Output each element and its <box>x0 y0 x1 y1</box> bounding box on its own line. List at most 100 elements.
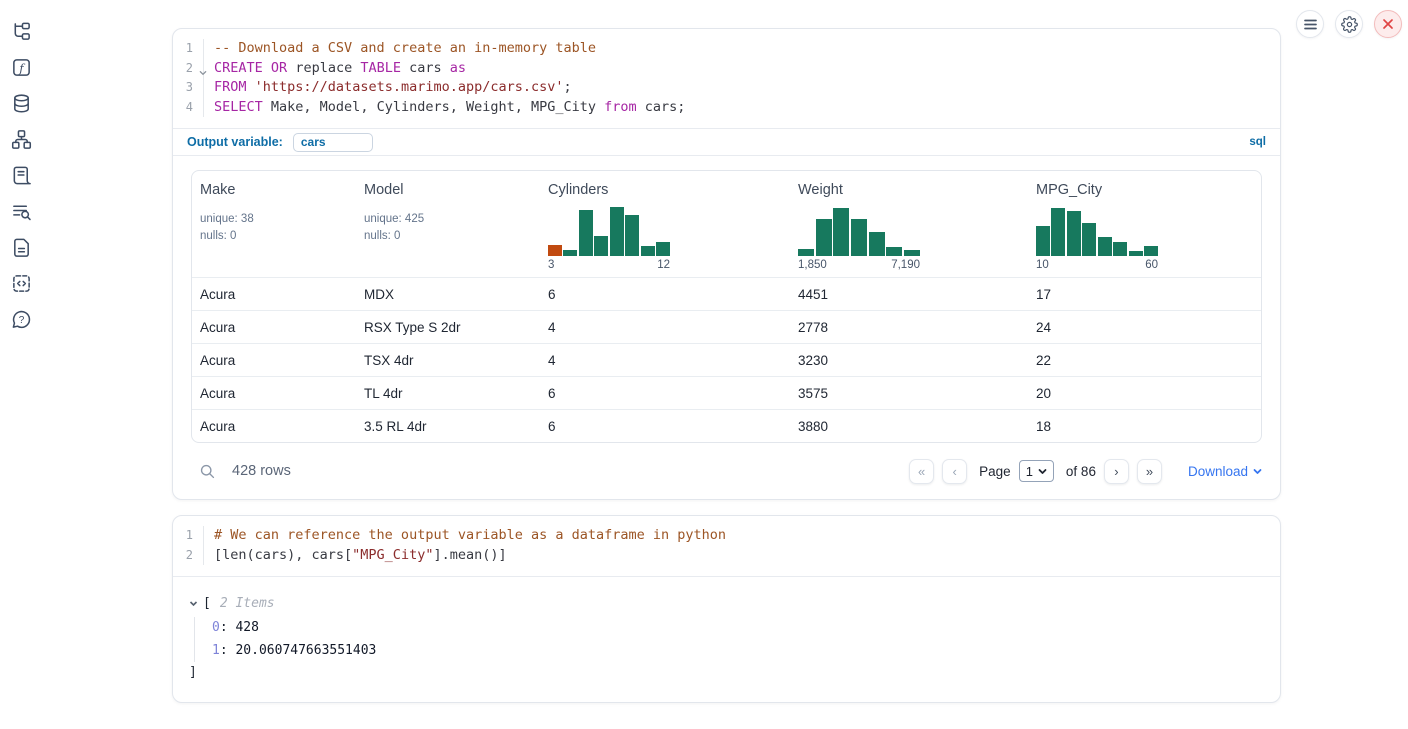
page-label: Page <box>979 464 1011 479</box>
column-histogram: 10 60 <box>1036 204 1158 271</box>
histogram-bar <box>610 207 624 256</box>
download-button[interactable]: Download <box>1188 464 1262 479</box>
collapse-chevron-icon[interactable] <box>189 599 198 608</box>
table-cell: 6 <box>540 419 790 434</box>
table-cell: 4 <box>540 353 790 368</box>
histogram-bar <box>904 250 920 256</box>
code-token: 'https://datasets.marimo.app/cars.csv' <box>255 79 564 95</box>
code-token: [len(cars), cars[ <box>214 547 352 563</box>
table-cell: Acura <box>192 353 356 368</box>
menu-button[interactable] <box>1296 10 1324 38</box>
last-page-button[interactable]: » <box>1137 459 1162 484</box>
column-header-cylinders[interactable]: Cylinders 312 <box>540 182 790 271</box>
table-cell: 17 <box>1028 287 1261 302</box>
axis-min-label: 10 <box>1036 259 1049 271</box>
column-header-model[interactable]: Modelunique: 425nulls: 0 <box>356 182 540 271</box>
fold-chevron-icon[interactable] <box>199 64 207 72</box>
table-row: AcuraTL 4dr6357520 <box>192 376 1261 409</box>
histogram-bar <box>641 246 655 256</box>
code-text: # We can reference the output variable a… <box>204 526 726 546</box>
column-label: Model <box>364 182 540 198</box>
python-cell: 1# We can reference the output variable … <box>172 515 1281 703</box>
table-cell: 24 <box>1028 320 1261 335</box>
snippets-icon[interactable] <box>10 272 32 294</box>
code-token: FROM <box>214 79 247 95</box>
datasources-icon[interactable] <box>10 92 32 114</box>
table-cell: 6 <box>540 287 790 302</box>
table-row: AcuraTSX 4dr4323022 <box>192 343 1261 376</box>
variables-icon[interactable]: f <box>10 56 32 78</box>
code-text: FROM 'https://datasets.marimo.app/cars.c… <box>204 78 572 98</box>
column-histogram: 1,8507,190 <box>798 204 920 271</box>
python-cell-output: [ 2 Items 0: 4281: 20.060747663551403 ] <box>173 576 1280 702</box>
histogram-bar <box>833 208 849 256</box>
table-header: Makeunique: 38nulls: 0Modelunique: 425nu… <box>192 171 1261 277</box>
code-token: replace <box>287 60 360 76</box>
stat-line: unique: 38 <box>200 211 356 228</box>
scratchpad-icon[interactable] <box>10 164 32 186</box>
histogram-bars[interactable] <box>548 204 670 256</box>
documentation-icon[interactable] <box>10 236 32 258</box>
table-footer: 428 rows « ‹ Page 1 of 86 › » Download <box>173 443 1280 499</box>
table-cell: 3880 <box>790 419 1028 434</box>
histogram-bars[interactable] <box>1036 204 1158 256</box>
hamburger-icon <box>1304 19 1317 30</box>
open-bracket: [ <box>203 594 211 613</box>
code-token: -- Download a CSV and create an in-memor… <box>214 40 596 56</box>
column-header-weight[interactable]: Weight1,8507,190 <box>790 182 1028 271</box>
output-variable-input[interactable] <box>293 133 373 152</box>
line-number: 2 <box>173 59 204 79</box>
sql-code-editor[interactable]: 1-- Download a CSV and create an in-memo… <box>173 29 1280 128</box>
close-icon <box>1382 18 1394 30</box>
first-page-button[interactable]: « <box>909 459 934 484</box>
output-entry: 0: 428 <box>212 617 1280 640</box>
histogram-bar <box>1067 211 1081 256</box>
column-header-mpg_city[interactable]: MPG_City1060 <box>1028 182 1261 271</box>
histogram-bar <box>594 236 608 256</box>
python-code-editor[interactable]: 1# We can reference the output variable … <box>173 516 1280 576</box>
next-page-button[interactable]: › <box>1104 459 1129 484</box>
code-line: 4SELECT Make, Model, Cylinders, Weight, … <box>173 98 1280 118</box>
items-count-label: 2 Items <box>220 594 275 613</box>
file-explorer-icon[interactable] <box>10 20 32 42</box>
search-icon[interactable] <box>199 463 216 480</box>
table-cell: 2778 <box>790 320 1028 335</box>
gear-icon <box>1341 16 1358 33</box>
help-icon[interactable]: ? <box>10 308 32 330</box>
settings-button[interactable] <box>1335 10 1363 38</box>
page-select[interactable]: 1 <box>1019 460 1054 482</box>
close-button[interactable] <box>1374 10 1402 38</box>
code-token: TABLE <box>360 60 401 76</box>
language-badge[interactable]: sql <box>1249 136 1266 148</box>
code-token: cars <box>401 60 450 76</box>
code-text: [len(cars), cars["MPG_City"].mean()] <box>204 546 507 566</box>
code-line: 3FROM 'https://datasets.marimo.app/cars.… <box>173 78 1280 98</box>
histogram-bar <box>798 249 814 256</box>
histogram-bar <box>563 250 577 256</box>
line-number: 2 <box>173 546 204 566</box>
code-line: 1# We can reference the output variable … <box>173 526 1280 546</box>
stat-line: nulls: 0 <box>200 228 356 245</box>
column-label: Make <box>200 182 356 198</box>
column-header-make[interactable]: Make unique: 38nulls: 0 <box>192 182 356 271</box>
histogram-bar <box>816 219 832 256</box>
prev-page-button[interactable]: ‹ <box>942 459 967 484</box>
table-cell: 4 <box>540 320 790 335</box>
axis-max-label: 60 <box>1145 259 1158 271</box>
table-cell: 18 <box>1028 419 1261 434</box>
table-cell: 3575 <box>790 386 1028 401</box>
code-token: ].mean()] <box>433 547 506 563</box>
histogram-bar <box>869 232 885 256</box>
column-label: Cylinders <box>548 182 790 198</box>
axis-min-label: 1,850 <box>798 259 827 271</box>
table-cell: 3230 <box>790 353 1028 368</box>
table-cell: 3.5 RL 4dr <box>356 419 540 434</box>
dependency-graph-icon[interactable] <box>10 128 32 150</box>
stat-line: nulls: 0 <box>364 228 540 245</box>
histogram-axis: 312 <box>548 259 670 271</box>
output-variable-bar: Output variable: sql <box>173 128 1280 156</box>
logs-icon[interactable] <box>10 200 32 222</box>
histogram-bars[interactable] <box>798 204 920 256</box>
histogram-bar <box>1129 251 1143 256</box>
table-cell: Acura <box>192 287 356 302</box>
